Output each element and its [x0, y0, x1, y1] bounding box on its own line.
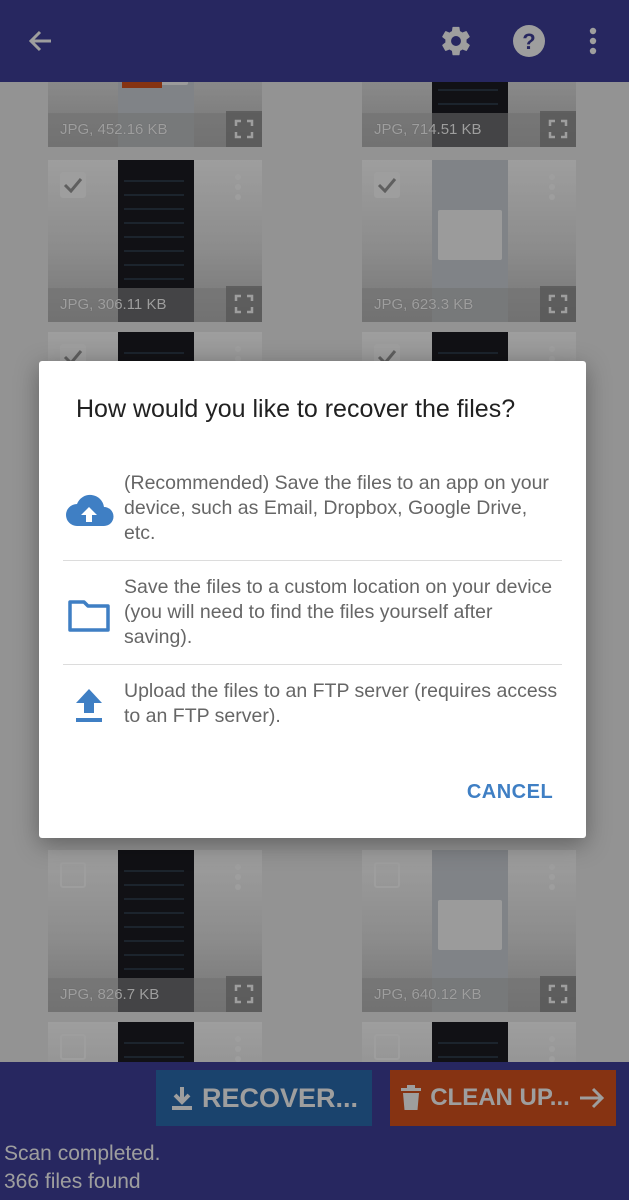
screen: JPG, 452.16 KB JPG, 714.51 KB JPG, 306.1… [0, 0, 629, 1200]
option-text: Upload the files to an FTP server (requi… [124, 680, 558, 727]
option-custom-location[interactable]: Save the files to a custom location on y… [63, 575, 562, 657]
upload-icon [63, 679, 115, 731]
option-save-to-app[interactable]: (Recommended) Save the files to an app o… [63, 471, 562, 553]
folder-icon [63, 589, 115, 641]
option-ftp-upload[interactable]: Upload the files to an FTP server (requi… [63, 679, 562, 739]
dialog-title: How would you like to recover the files? [76, 395, 516, 423]
cancel-button[interactable]: CANCEL [455, 771, 565, 813]
cloud-upload-icon [63, 485, 115, 537]
divider [63, 560, 562, 561]
option-text: (Recommended) Save the files to an app o… [124, 472, 549, 544]
option-text: Save the files to a custom location on y… [124, 576, 553, 648]
divider [63, 664, 562, 665]
recover-options-dialog: How would you like to recover the files?… [39, 361, 586, 838]
